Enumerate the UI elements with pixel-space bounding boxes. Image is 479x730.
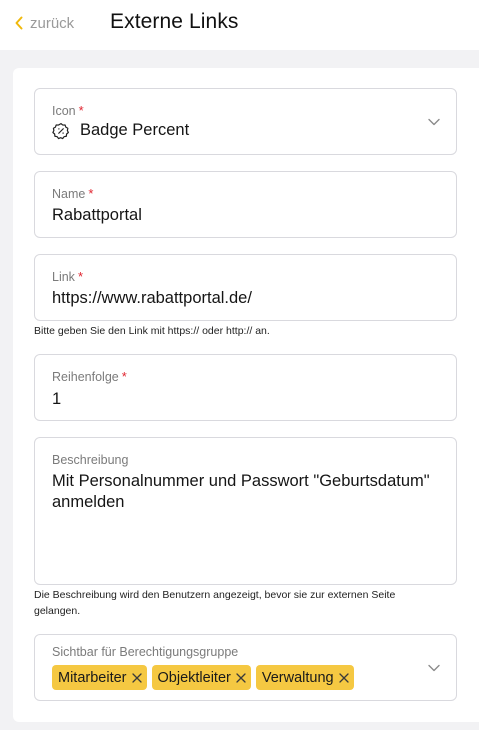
name-field-label: Name <box>52 187 86 201</box>
link-field-label: Link <box>52 270 75 284</box>
required-marker: * <box>88 186 94 201</box>
tag-mitarbeiter: Mitarbeiter <box>52 665 147 690</box>
icon-select-value: Badge Percent <box>80 121 190 139</box>
name-field[interactable]: Name * Rabattportal <box>34 171 457 238</box>
order-field-value[interactable]: 1 <box>52 390 61 409</box>
order-field-label: Reihenfolge <box>52 370 119 384</box>
permission-group-label: Sichtbar für Berechtigungsgruppe <box>52 645 239 659</box>
required-marker: * <box>78 103 84 118</box>
close-icon[interactable] <box>131 672 142 683</box>
chevron-down-icon[interactable] <box>428 118 440 126</box>
description-textarea[interactable]: Beschreibung Mit Personalnummer und Pass… <box>34 437 457 585</box>
back-button[interactable]: zurück <box>14 13 74 33</box>
link-field-value[interactable]: https://www.rabattportal.de/ <box>52 289 252 308</box>
order-field[interactable]: Reihenfolge * 1 <box>34 354 457 421</box>
badge-percent-icon <box>52 122 69 139</box>
chevron-left-icon <box>15 16 23 30</box>
tag-label: Mitarbeiter <box>58 669 127 686</box>
tag-label: Verwaltung <box>261 669 334 686</box>
description-label: Beschreibung <box>52 453 129 467</box>
description-value[interactable]: Mit Personalnummer und Passwort "Geburts… <box>52 471 447 513</box>
permission-group-select[interactable]: Sichtbar für Berechtigungsgruppe Mitarbe… <box>34 634 457 701</box>
app-header: zurück Externe Links <box>0 0 479 50</box>
close-icon[interactable] <box>236 672 246 683</box>
tag-objektleiter: Objektleiter <box>151 665 251 690</box>
required-marker: * <box>77 269 83 284</box>
back-label[interactable]: zurück <box>30 15 74 32</box>
icon-select-label: Icon <box>52 104 76 118</box>
description-help-text: Die Beschreibung wird den Benutzern ange… <box>34 589 396 617</box>
close-icon[interactable] <box>338 672 349 683</box>
link-field[interactable]: Link * https://www.rabattportal.de/ <box>34 254 457 321</box>
tag-verwaltung: Verwaltung <box>255 665 354 690</box>
link-help-text: Bitte geben Sie den Link mit https:// od… <box>34 325 270 337</box>
required-marker: * <box>121 369 127 384</box>
tag-list: Mitarbeiter Objektleiter Verwaltung <box>52 665 354 690</box>
tag-label: Objektleiter <box>157 669 231 686</box>
page-title: Externe Links <box>110 10 239 33</box>
chevron-down-icon[interactable] <box>428 664 440 672</box>
icon-select[interactable]: Icon * Badge Percent <box>34 88 457 155</box>
name-field-value[interactable]: Rabattportal <box>52 206 142 225</box>
